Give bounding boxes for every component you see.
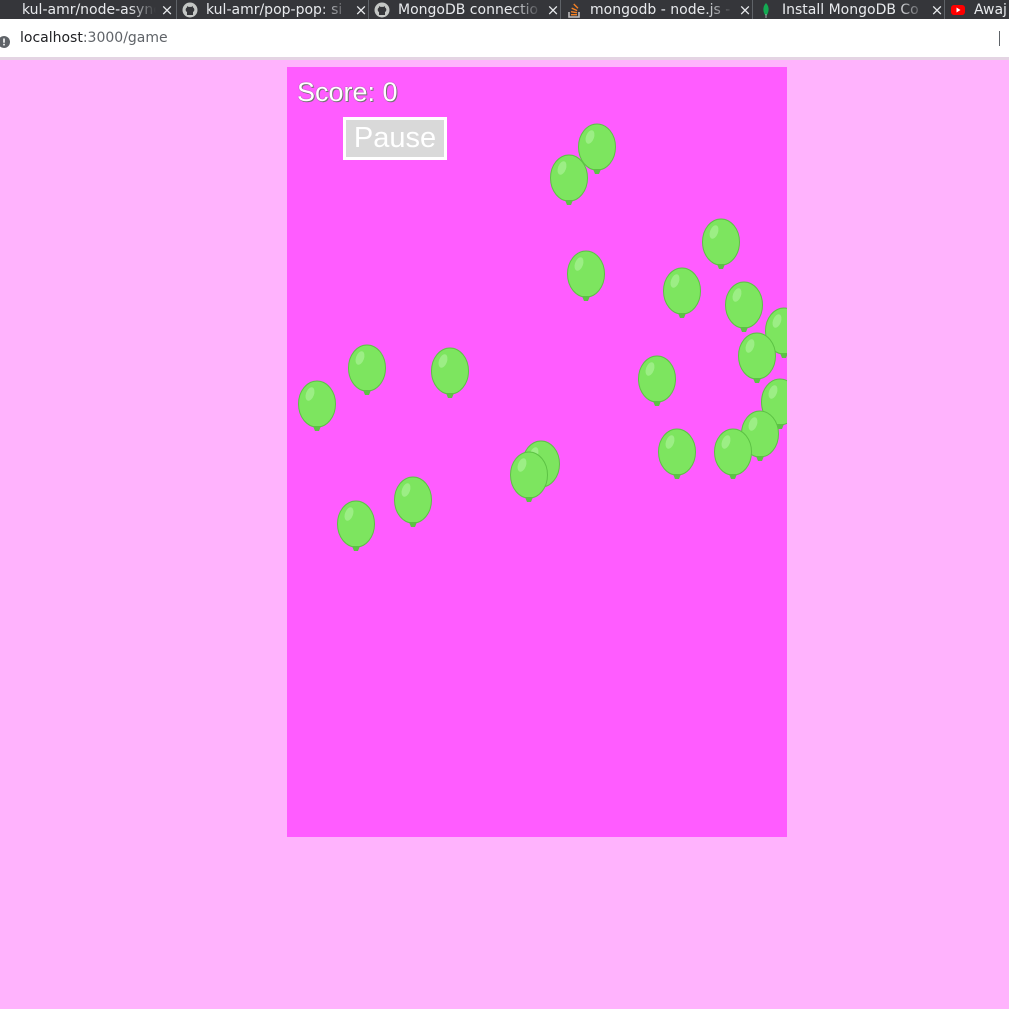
tab-title: kul-amr/node-async (22, 1, 156, 18)
tab-strip: kul-amr/node-async × kul-amr/pop-pop: si… (0, 0, 1009, 19)
balloon[interactable] (637, 355, 677, 409)
tab-title: Install MongoDB Co (782, 1, 919, 18)
balloon[interactable] (393, 476, 433, 530)
tab-divider (944, 0, 945, 19)
tab-title: mongodb - node.js - (590, 1, 731, 18)
tab-close-icon[interactable]: × (546, 1, 560, 19)
tab-divider (752, 0, 753, 19)
balloon[interactable] (549, 154, 589, 208)
tab-close-icon[interactable]: × (930, 1, 944, 19)
tab-favicon-icon (0, 2, 14, 18)
url-host: localhost (20, 30, 83, 46)
tab-close-icon[interactable]: × (738, 1, 752, 19)
balloon[interactable] (347, 344, 387, 398)
balloon[interactable] (724, 281, 764, 335)
tab-close-icon[interactable]: × (160, 1, 174, 19)
youtube-icon (950, 2, 966, 18)
game-area[interactable]: Score: 0 Pause (287, 67, 787, 837)
stackoverflow-icon (566, 2, 582, 18)
tab-stackoverflow[interactable]: mongodb - node.js - × (566, 0, 752, 19)
toolbar-divider (999, 31, 1000, 46)
score-label: Score: 0 (297, 77, 398, 107)
github-icon (182, 2, 198, 18)
tab-title: kul-amr/pop-pop: si (206, 1, 343, 18)
balloon[interactable] (566, 250, 606, 304)
mongodb-leaf-icon (758, 2, 774, 18)
tab-node-async[interactable]: kul-amr/node-async × (0, 0, 174, 19)
tab-mongodb-connection[interactable]: MongoDB connectio × (374, 0, 560, 19)
balloon[interactable] (509, 451, 549, 505)
url-field[interactable]: localhost:3000/game (20, 30, 168, 46)
balloon[interactable] (657, 428, 697, 482)
url-path: :3000/game (82, 30, 168, 46)
pause-button[interactable]: Pause (343, 117, 447, 160)
site-info-icon[interactable] (0, 33, 10, 48)
balloon[interactable] (297, 380, 337, 434)
tab-close-icon[interactable]: × (354, 1, 368, 19)
tab-youtube[interactable]: Awaj (950, 0, 1009, 19)
balloon[interactable] (701, 218, 741, 272)
github-icon (374, 2, 390, 18)
tab-divider (368, 0, 369, 19)
tab-divider (560, 0, 561, 19)
toolbar-shadow (0, 57, 1009, 60)
tab-pop-pop[interactable]: kul-amr/pop-pop: si × (182, 0, 368, 19)
tab-install-mongodb[interactable]: Install MongoDB Co × (758, 0, 944, 19)
tab-title: MongoDB connectio (398, 1, 539, 18)
balloon[interactable] (713, 428, 753, 482)
tab-divider (176, 0, 177, 19)
balloon[interactable] (662, 267, 702, 321)
address-bar: localhost:3000/game (0, 19, 1009, 58)
tab-title: Awaj (974, 1, 1007, 18)
balloon[interactable] (336, 500, 376, 554)
balloon[interactable] (430, 347, 470, 401)
